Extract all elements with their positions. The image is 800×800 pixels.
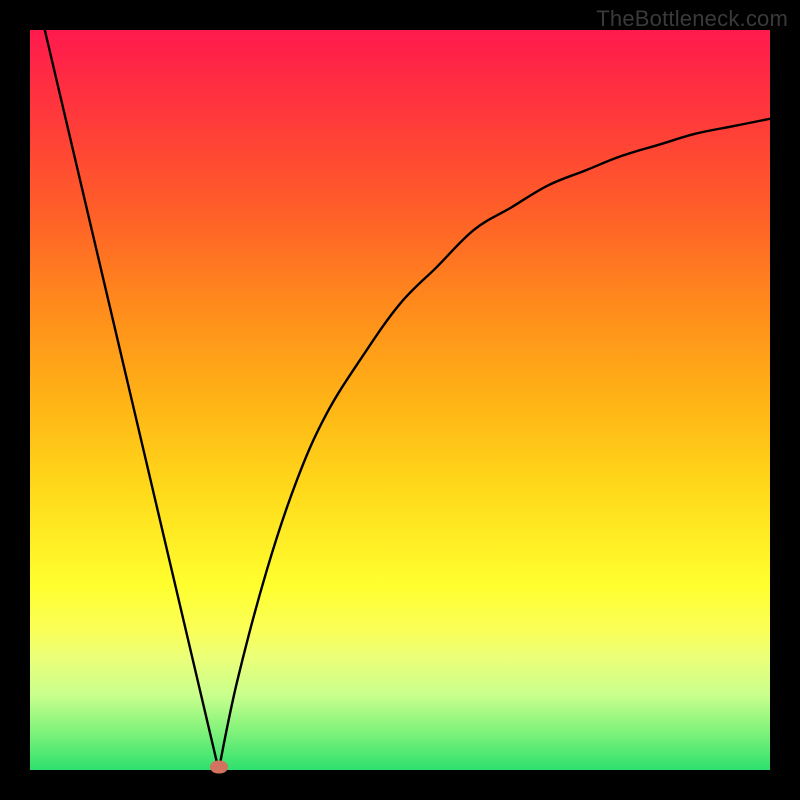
chart-frame: TheBottleneck.com	[0, 0, 800, 800]
chart-curve	[30, 30, 770, 770]
watermark-text: TheBottleneck.com	[596, 6, 788, 32]
optimum-marker	[210, 761, 228, 774]
plot-area	[30, 30, 770, 770]
